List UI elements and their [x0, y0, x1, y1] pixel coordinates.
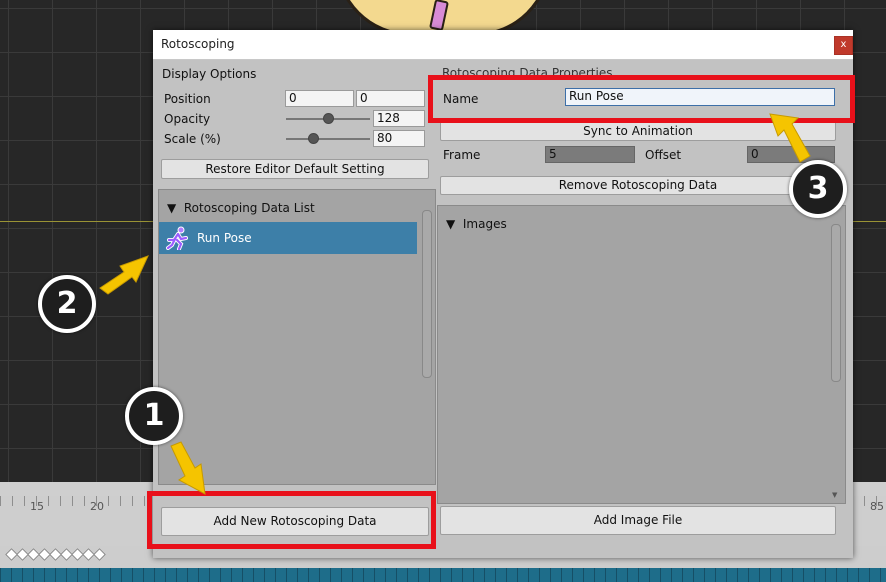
- opacity-label: Opacity: [164, 112, 211, 126]
- scale-slider[interactable]: [286, 138, 370, 140]
- arrow-3-icon: [769, 113, 811, 163]
- offset-label: Offset: [645, 148, 682, 162]
- scale-field[interactable]: 80: [373, 130, 425, 147]
- arrow-1-icon: [170, 441, 206, 495]
- scale-slider-thumb[interactable]: [307, 133, 319, 144]
- list-item[interactable]: Run Pose: [159, 222, 417, 254]
- dialog-title: Rotoscoping: [161, 37, 235, 51]
- display-options-header: Display Options: [162, 67, 257, 81]
- timeline-tick-label: 85: [870, 500, 884, 513]
- images-panel: ▼ Images ▼: [437, 205, 846, 504]
- list-item-label: Run Pose: [197, 231, 252, 245]
- scale-label: Scale (%): [164, 132, 221, 146]
- timeline-track: [0, 568, 886, 582]
- arrow-2-icon: [99, 255, 149, 295]
- running-figure-icon: [166, 226, 188, 250]
- remove-rotoscoping-data-button[interactable]: Remove Rotoscoping Data: [440, 176, 836, 195]
- collapse-triangle-icon: ▼: [167, 201, 177, 215]
- position-label: Position: [164, 92, 211, 106]
- images-header[interactable]: ▼ Images: [446, 217, 507, 231]
- restore-default-button[interactable]: Restore Editor Default Setting: [161, 159, 429, 179]
- close-icon: x: [840, 39, 847, 50]
- data-list-header[interactable]: ▼ Rotoscoping Data List: [167, 201, 315, 215]
- opacity-field[interactable]: 128: [373, 110, 425, 127]
- close-button[interactable]: x: [834, 36, 853, 55]
- images-scrollbar[interactable]: [831, 224, 841, 382]
- position-x-field[interactable]: 0: [285, 90, 354, 107]
- scroll-down-arrow-icon[interactable]: ▼: [832, 491, 837, 499]
- timeline-tick-label: 15: [30, 500, 44, 513]
- add-image-file-button[interactable]: Add Image File: [440, 506, 836, 535]
- collapse-triangle-icon: ▼: [446, 217, 456, 231]
- dialog-titlebar[interactable]: Rotoscoping x: [153, 30, 853, 60]
- opacity-slider-thumb[interactable]: [323, 113, 334, 124]
- step-badge-2: 2: [38, 275, 96, 333]
- position-y-field[interactable]: 0: [356, 90, 425, 107]
- frame-field[interactable]: 5: [545, 146, 635, 163]
- step-badge-3: 3: [789, 160, 847, 218]
- step-badge-1: 1: [125, 387, 183, 445]
- list-scrollbar[interactable]: [422, 210, 432, 378]
- add-data-highlight-box: [147, 491, 436, 549]
- data-list-title: Rotoscoping Data List: [183, 201, 315, 215]
- frame-label: Frame: [443, 148, 481, 162]
- images-title: Images: [462, 217, 507, 231]
- timeline-tick-label: 20: [90, 500, 104, 513]
